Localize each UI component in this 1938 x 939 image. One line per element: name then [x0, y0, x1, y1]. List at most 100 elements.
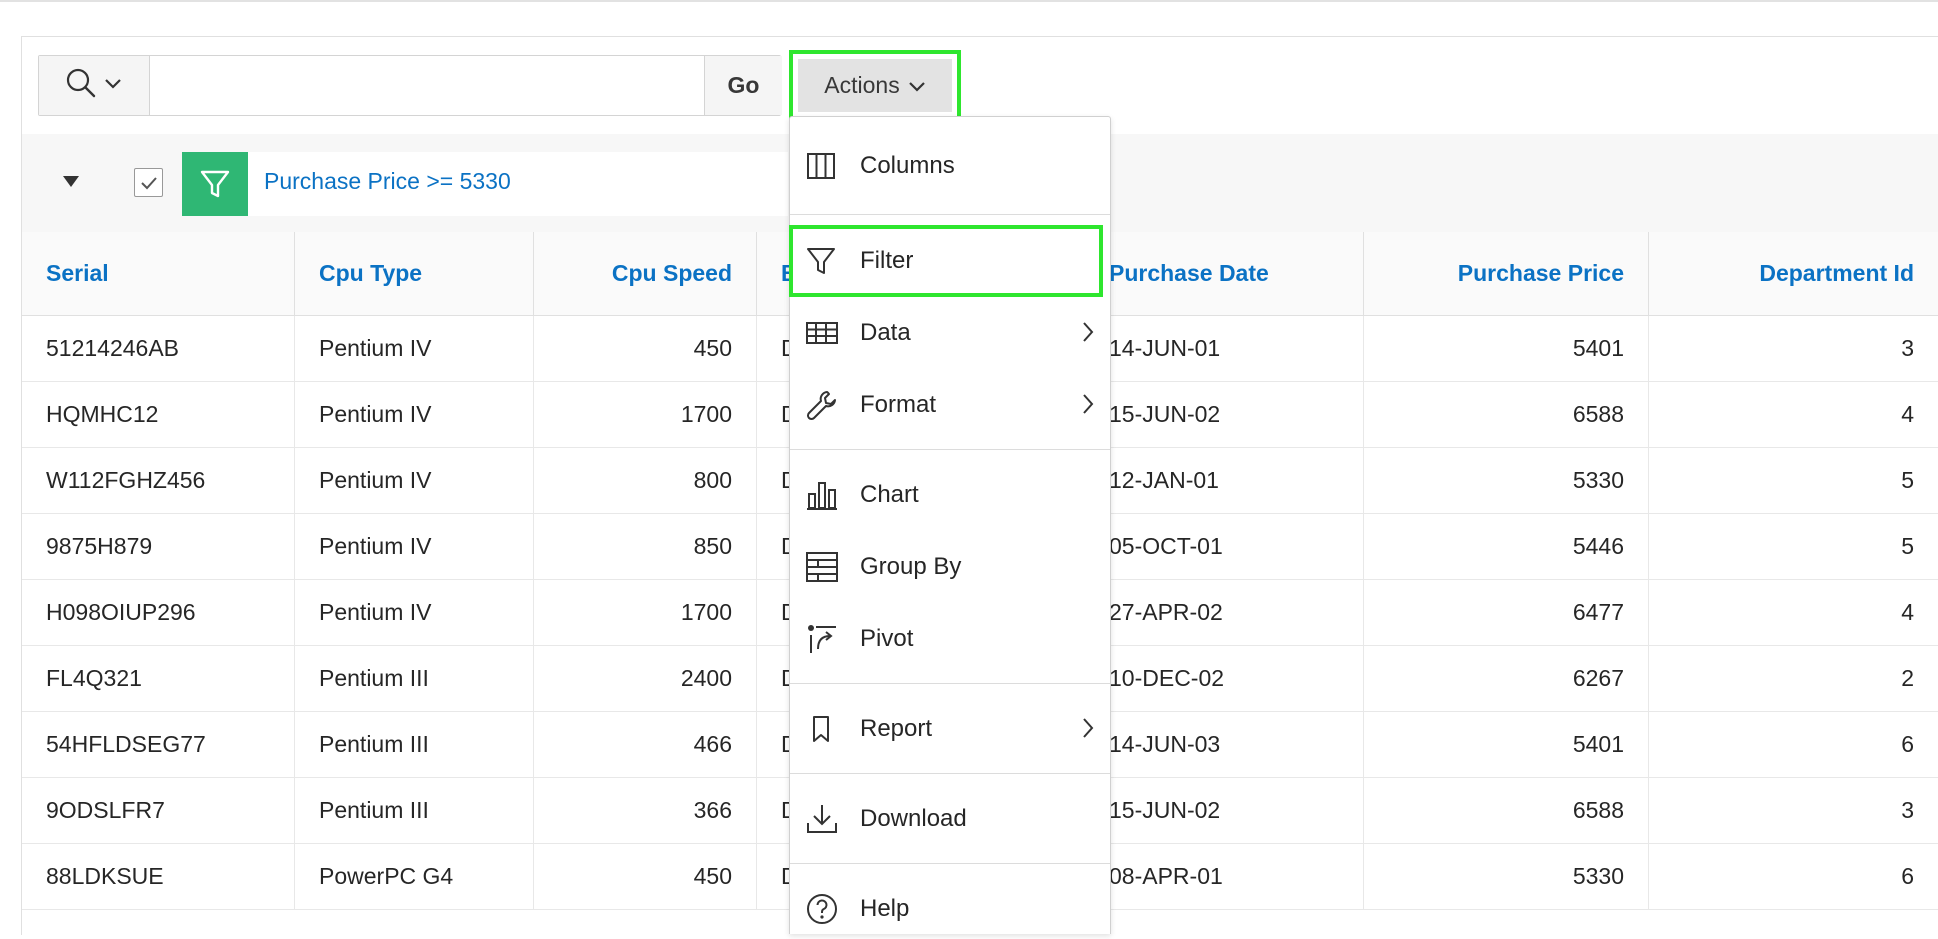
table-cell-department-id: 3: [1649, 316, 1938, 382]
table-cell-serial: 51214246AB: [22, 316, 295, 382]
column-header-purchase-price[interactable]: Purchase Price: [1364, 232, 1649, 316]
actions-button-highlight: Actions: [789, 50, 961, 121]
filter-icon: [806, 244, 842, 278]
wrench-icon: [806, 388, 842, 422]
table-cell-cpu-speed: 800: [534, 448, 757, 514]
chevron-down-icon: [908, 72, 926, 99]
table-cell-serial: 88LDKSUE: [22, 844, 295, 910]
menu-item-report[interactable]: Report: [790, 699, 1110, 759]
menu-item-filter[interactable]: Filter: [790, 231, 1110, 291]
menu-item-label: Download: [860, 805, 967, 832]
table-cell-department-id: 6: [1649, 712, 1938, 778]
menu-item-label: Filter: [860, 247, 914, 274]
table-cell-purchase-price: 5401: [1364, 316, 1649, 382]
table-cell-serial: H098OIUP296: [22, 580, 295, 646]
table-cell-department-id: 4: [1649, 382, 1938, 448]
columns-icon: [806, 149, 842, 183]
table-cell-cpu-type: Pentium III: [295, 646, 534, 712]
menu-item-label: Format: [860, 391, 937, 418]
group-by-icon: [806, 550, 842, 584]
menu-item-download[interactable]: Download: [790, 789, 1110, 849]
table-cell-department-id: 5: [1649, 448, 1938, 514]
help-icon: [806, 892, 842, 926]
search-bar: Go: [38, 55, 782, 116]
table-cell-cpu-type: PowerPC G4: [295, 844, 534, 910]
actions-label: Actions: [824, 72, 900, 98]
actions-menu: Columns Filter Data Format Chart Group B…: [789, 116, 1111, 934]
menu-item-label: Group By: [860, 553, 962, 580]
menu-item-chart[interactable]: Chart: [790, 465, 1110, 525]
table-cell-purchase-price: 5330: [1364, 844, 1649, 910]
filter-text-link[interactable]: Purchase Price >= 5330: [264, 168, 511, 195]
column-header-serial[interactable]: Serial: [22, 232, 295, 316]
table-icon: [806, 316, 842, 350]
table-cell-department-id: 4: [1649, 580, 1938, 646]
table-cell-cpu-speed: 850: [534, 514, 757, 580]
table-cell-serial: W112FGHZ456: [22, 448, 295, 514]
menu-item-group-by[interactable]: Group By: [790, 537, 1110, 597]
table-cell-department-id: 2: [1649, 646, 1938, 712]
menu-item-label: Report: [860, 715, 933, 742]
menu-item-columns[interactable]: Columns: [790, 136, 1110, 196]
bar-chart-icon: [806, 478, 842, 512]
menu-divider: [790, 683, 1110, 684]
menu-item-label: Help: [860, 895, 910, 922]
table-cell-department-id: 3: [1649, 778, 1938, 844]
menu-item-format[interactable]: Format: [790, 375, 1110, 435]
table-cell-cpu-speed: 1700: [534, 382, 757, 448]
filter-icon: [182, 152, 248, 216]
actions-button[interactable]: Actions: [798, 59, 952, 112]
table-cell-cpu-type: Pentium III: [295, 778, 534, 844]
menu-divider: [790, 214, 1110, 215]
chevron-down-icon: [104, 77, 122, 95]
table-cell-cpu-type: Pentium IV: [295, 316, 534, 382]
table-cell-serial: 9875H879: [22, 514, 295, 580]
menu-item-help[interactable]: Help: [790, 879, 1110, 939]
table-cell-purchase-price: 6267: [1364, 646, 1649, 712]
table-cell-serial: HQMHC12: [22, 382, 295, 448]
table-cell-serial: 9ODSLFR7: [22, 778, 295, 844]
menu-divider: [790, 863, 1110, 864]
search-icon: [66, 68, 96, 103]
column-header-department-id[interactable]: Department Id: [1649, 232, 1938, 316]
search-input[interactable]: [150, 56, 704, 115]
table-cell-cpu-speed: 2400: [534, 646, 757, 712]
pivot-icon: [806, 622, 842, 656]
table-cell-purchase-price: 5330: [1364, 448, 1649, 514]
table-cell-department-id: 5: [1649, 514, 1938, 580]
table-cell-cpu-type: Pentium IV: [295, 448, 534, 514]
column-header-cpu-speed[interactable]: Cpu Speed: [534, 232, 757, 316]
search-column-selector[interactable]: [39, 56, 150, 115]
chevron-right-icon: [1082, 393, 1094, 422]
download-icon: [806, 802, 842, 836]
top-divider: [0, 0, 1938, 2]
table-cell-purchase-price: 5446: [1364, 514, 1649, 580]
table-cell-cpu-speed: 450: [534, 316, 757, 382]
collapse-toggle-icon[interactable]: [63, 176, 79, 187]
table-cell-cpu-type: Pentium III: [295, 712, 534, 778]
menu-item-label: Columns: [860, 152, 955, 179]
column-header-cpu-type[interactable]: Cpu Type: [295, 232, 534, 316]
table-cell-cpu-speed: 1700: [534, 580, 757, 646]
table-cell-department-id: 6: [1649, 844, 1938, 910]
menu-item-data[interactable]: Data: [790, 303, 1110, 363]
filter-enable-checkbox[interactable]: [134, 168, 163, 197]
table-cell-cpu-speed: 366: [534, 778, 757, 844]
go-button[interactable]: Go: [704, 56, 782, 115]
chevron-right-icon: [1082, 321, 1094, 350]
table-cell-cpu-speed: 450: [534, 844, 757, 910]
table-cell-serial: 54HFLDSEG77: [22, 712, 295, 778]
menu-divider: [790, 449, 1110, 450]
table-cell-purchase-price: 6588: [1364, 778, 1649, 844]
menu-item-label: Pivot: [860, 625, 914, 652]
menu-item-label: Chart: [860, 481, 919, 508]
menu-item-pivot[interactable]: Pivot: [790, 609, 1110, 669]
table-cell-cpu-type: Pentium IV: [295, 514, 534, 580]
menu-divider: [790, 773, 1110, 774]
chevron-right-icon: [1082, 717, 1094, 746]
table-cell-purchase-price: 6477: [1364, 580, 1649, 646]
table-cell-cpu-type: Pentium IV: [295, 580, 534, 646]
table-cell-purchase-price: 5401: [1364, 712, 1649, 778]
menu-item-label: Data: [860, 319, 911, 346]
table-cell-serial: FL4Q321: [22, 646, 295, 712]
